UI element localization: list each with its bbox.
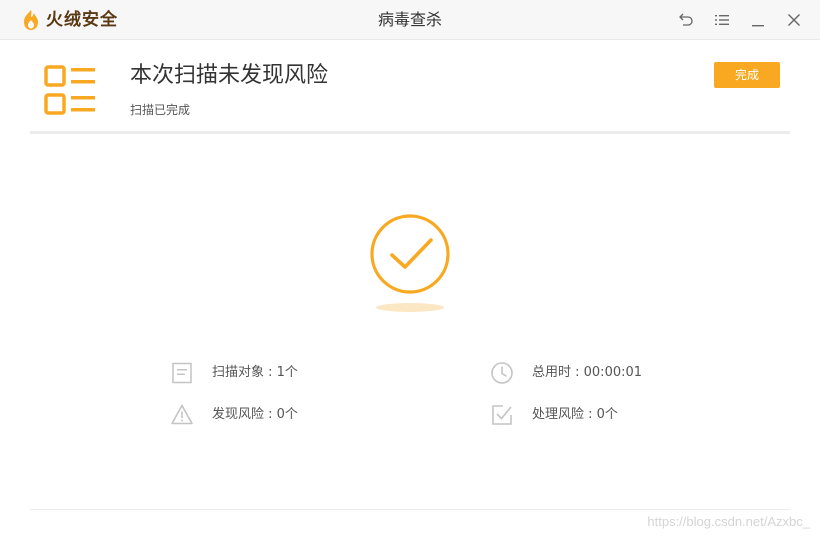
- success-check-icon: [370, 214, 450, 294]
- stat-text: 扫描对象 : 1个: [212, 365, 298, 380]
- scan-result-title: 本次扫描未发现风险: [130, 63, 329, 88]
- stat-risks-handled: 处理风险 : 0个: [490, 403, 618, 427]
- stat-text: 处理风险 : 0个: [532, 407, 618, 422]
- checkbox-icon: [492, 405, 512, 425]
- flame-logo-icon: [24, 10, 38, 30]
- minimize-button[interactable]: [748, 10, 768, 30]
- clock-icon: [491, 362, 513, 384]
- footer-divider: [30, 509, 790, 510]
- app-logo: 火绒安全: [22, 9, 118, 31]
- title-bar: 火绒安全 病毒查杀: [0, 0, 820, 40]
- stat-text: 发现风险 : 0个: [212, 407, 298, 422]
- stat-total-time: 总用时 : 00:00:01: [490, 361, 642, 385]
- report-list-icon: [44, 65, 95, 115]
- brand-name: 火绒安全: [46, 10, 118, 30]
- back-icon: [679, 13, 693, 26]
- warning-icon: [171, 404, 193, 425]
- menu-icon: [715, 15, 729, 25]
- close-icon: [788, 14, 800, 26]
- done-button[interactable]: 完成: [714, 62, 780, 88]
- stat-scanned-objects: 扫描对象 : 1个: [170, 361, 298, 385]
- stat-risks-found: 发现风险 : 0个: [170, 403, 298, 427]
- window-controls: [660, 10, 804, 30]
- document-icon: [172, 362, 192, 384]
- scan-status-text: 扫描已完成: [130, 103, 191, 117]
- menu-button[interactable]: [712, 10, 732, 30]
- check-shadow: [376, 303, 444, 312]
- watermark-text: https://blog.csdn.net/Azxbc_: [647, 514, 810, 529]
- minimize-icon: [752, 25, 764, 27]
- stat-text: 总用时 : 00:00:01: [532, 365, 643, 380]
- header-divider: [30, 131, 790, 134]
- back-button[interactable]: [676, 10, 696, 30]
- close-button[interactable]: [784, 10, 804, 30]
